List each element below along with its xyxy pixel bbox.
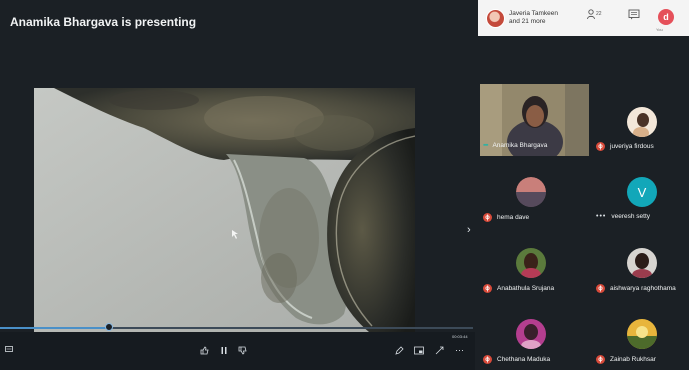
progress-knob[interactable] (104, 323, 113, 331)
pip-button[interactable] (414, 346, 424, 357)
mic-off-icon: ɸ (483, 213, 492, 222)
participant-name: Zainab Rukhsar (610, 356, 656, 363)
pencil-icon (395, 346, 404, 355)
mic-off-icon: ɸ (596, 355, 605, 364)
chat-icon (628, 9, 640, 20)
people-button[interactable]: 22 (584, 9, 606, 27)
participant-4: ɸ Anabathula Srujana (483, 284, 554, 293)
mic-off-icon: ɸ (596, 142, 605, 151)
joined-line1: Javeria Tamkeen (509, 10, 559, 17)
self-avatar[interactable]: d (658, 9, 674, 25)
annotate-button[interactable] (395, 346, 404, 357)
participant-avatar-6 (516, 319, 546, 349)
like-button[interactable] (200, 346, 209, 357)
participant-avatar-7 (627, 319, 657, 349)
pause-icon (221, 347, 227, 354)
microscope-image (34, 88, 415, 332)
chat-button[interactable] (623, 9, 645, 27)
picture-in-picture-icon (414, 346, 424, 355)
participant-name: Chethana Maduka (497, 356, 551, 363)
captions-icon (5, 346, 13, 352)
dislike-button[interactable] (238, 346, 247, 357)
mic-off-icon: ɸ (483, 284, 492, 293)
participant-name: hema dave (497, 214, 530, 221)
more-options-button[interactable]: ⋯ (455, 346, 464, 355)
presenting-label: Anamika Bhargava is presenting (10, 15, 197, 29)
participant-avatar-4 (516, 248, 546, 278)
progress-bar[interactable] (0, 323, 473, 331)
chevron-right-icon[interactable]: › (467, 224, 471, 236)
participant-7: ɸ Zainab Rukhsar (596, 355, 656, 364)
self-avatar-label: You (656, 27, 663, 32)
participant-avatar-1 (627, 107, 657, 137)
participant-avatar-2 (516, 177, 546, 207)
people-icon: 22 (587, 9, 602, 20)
participant-avatar-5 (627, 248, 657, 278)
thumbs-up-icon (200, 346, 209, 355)
captions-button[interactable] (5, 345, 13, 355)
joined-line2: and 21 more (509, 18, 546, 25)
participant-2: ɸ hema dave (483, 213, 529, 222)
participant-3: ••• veeresh setty (596, 213, 650, 220)
participant-5: ɸ aishwarya raghothama (596, 284, 676, 293)
participant-6: ɸ Chethana Maduka (483, 355, 550, 364)
people-count: 22 (596, 11, 602, 17)
joined-summary[interactable]: Javeria Tamkeen and 21 more (486, 8, 558, 28)
playback-time: 00:03:44 (452, 334, 468, 339)
presentation-stage (34, 88, 415, 332)
thumbs-down-icon (238, 346, 247, 355)
participant-1: ɸ juveriya firdous (596, 142, 654, 151)
joined-text: Javeria Tamkeen and 21 more (509, 10, 558, 26)
participant-0: ▪▪▪ Anamika Bhargava (483, 142, 547, 149)
more-dots-icon: ••• (596, 213, 607, 220)
mic-off-icon: ɸ (483, 355, 492, 364)
speaking-icon: ▪▪▪ (483, 142, 489, 149)
participant-avatar-3: V (627, 177, 657, 207)
participant-name: veeresh setty (611, 213, 651, 220)
mic-off-icon: ɸ (596, 284, 605, 293)
participant-name: Anamika Bhargava (492, 142, 548, 149)
participant-name: Anabathula Srujana (497, 285, 555, 292)
progress-fill (0, 327, 109, 329)
joined-avatar (486, 8, 505, 28)
pause-button[interactable] (220, 346, 228, 357)
more-options-icon: ⋯ (455, 345, 464, 355)
participant-name: juveriya firdous (610, 143, 654, 150)
participant-name: aishwarya raghothama (610, 285, 676, 292)
fullscreen-button[interactable] (435, 346, 444, 357)
expand-icon (435, 346, 444, 355)
